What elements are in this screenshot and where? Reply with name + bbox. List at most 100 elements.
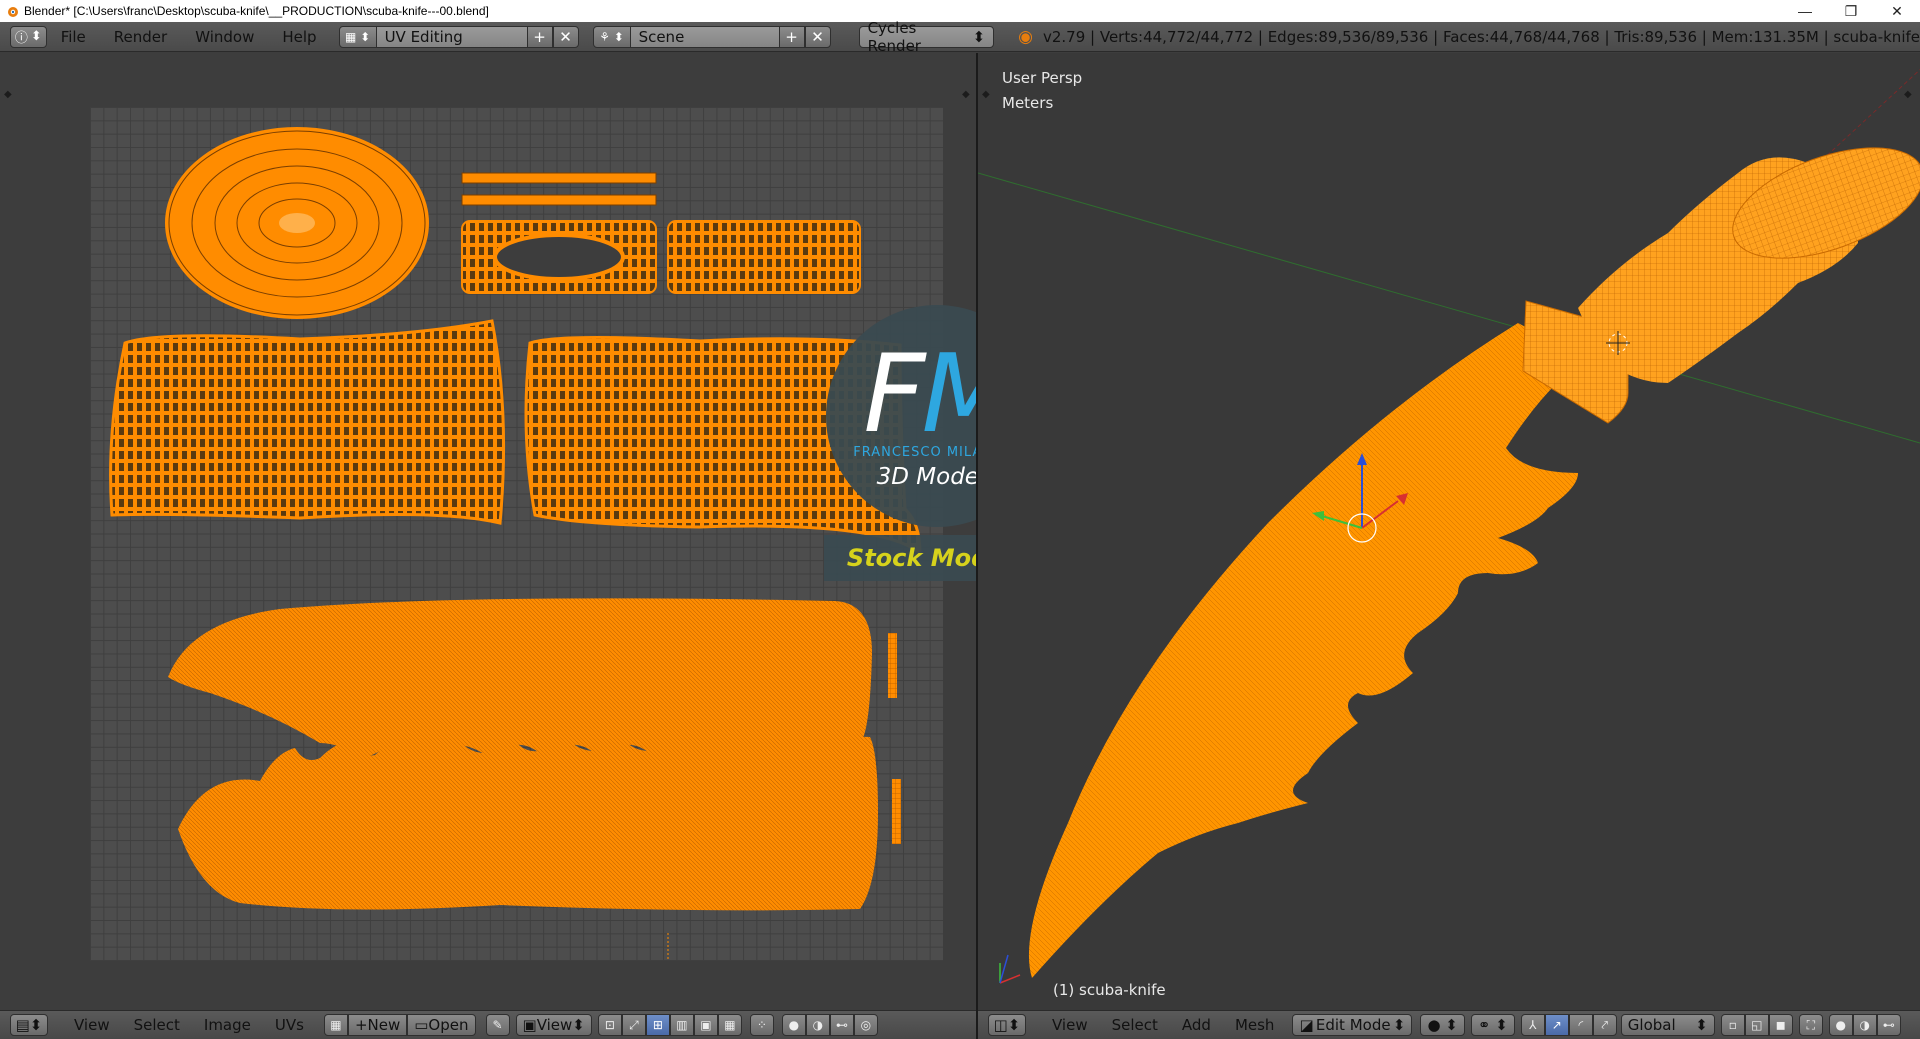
face-select-mode-icon[interactable]: ◼ bbox=[1768, 1014, 1793, 1036]
updown-arrows-icon: ⬍ bbox=[972, 27, 986, 46]
sync-selection-icon[interactable]: ⤢ bbox=[621, 1014, 646, 1036]
updown-arrows-icon: ⬍ bbox=[30, 29, 42, 44]
updown-arrows-icon: ⬍ bbox=[572, 1016, 585, 1034]
proportional-edit-icon[interactable]: ● bbox=[781, 1014, 806, 1036]
render-engine-label: Cycles Render bbox=[867, 18, 921, 55]
viewport-shading-dropdown[interactable]: ● ⬍ bbox=[1420, 1014, 1465, 1036]
uv-island-blade-bottom[interactable] bbox=[178, 735, 901, 959]
pin-icon[interactable]: ✎ bbox=[485, 1014, 510, 1036]
folder-icon: ▭ bbox=[414, 1016, 429, 1034]
render-engine-dropdown[interactable]: Cycles Render ⬍ bbox=[858, 19, 995, 55]
menu-render[interactable]: Render bbox=[100, 28, 181, 46]
screen-layout-selector: ▦ ⬍ UV Editing + ✕ bbox=[338, 25, 579, 48]
scale-manipulator-icon[interactable]: ⤤ bbox=[1592, 1014, 1617, 1036]
snap-element-icon[interactable]: ⊷ bbox=[1876, 1014, 1901, 1036]
remove-scene-button[interactable]: ✕ bbox=[804, 25, 831, 48]
view-mode-dropdown[interactable]: ▣ View ⬍ bbox=[515, 1014, 592, 1036]
v3d-menu-mesh[interactable]: Mesh bbox=[1223, 1016, 1287, 1034]
pivot-point-icon: ⚭ ⬍ bbox=[1477, 1016, 1508, 1034]
uv-island-handle-left[interactable] bbox=[109, 319, 506, 525]
plus-icon: + bbox=[354, 1016, 368, 1034]
watermark-letter-f: F bbox=[863, 331, 925, 457]
open-image-button[interactable]: ▭ Open bbox=[407, 1014, 476, 1036]
editor-type-button[interactable]: ▤⬍ bbox=[10, 1014, 48, 1036]
editor-type-button[interactable]: ◫⬍ bbox=[988, 1014, 1026, 1036]
image-browse-icon[interactable]: ▦ bbox=[323, 1014, 348, 1036]
v3d-menu-add[interactable]: Add bbox=[1170, 1016, 1223, 1034]
image-editor-icon: ▤⬍ bbox=[15, 1016, 43, 1034]
scene-icon[interactable]: ⚘ ⬍ bbox=[592, 25, 631, 48]
menu-window[interactable]: Window bbox=[181, 28, 268, 46]
manipulator-toggle-icon[interactable]: ⅄ bbox=[1520, 1014, 1545, 1036]
v3d-menu-view[interactable]: View bbox=[1040, 1016, 1100, 1034]
updown-arrows-icon: ⬍ bbox=[1695, 1016, 1708, 1034]
minimize-button[interactable]: — bbox=[1782, 0, 1828, 22]
info-header: ⓘ ⬍ File Render Window Help ▦ ⬍ UV Editin… bbox=[0, 19, 1920, 55]
active-object-label: (1) scuba-knife bbox=[1053, 981, 1166, 999]
interaction-mode-label: Edit Mode bbox=[1315, 1016, 1391, 1034]
view-mode-label: View bbox=[536, 1016, 573, 1034]
uv-island-guard-side[interactable] bbox=[667, 220, 861, 294]
proportional-edit-icon[interactable]: ● bbox=[1828, 1014, 1853, 1036]
snap-target-icon[interactable]: ⊷ bbox=[829, 1014, 854, 1036]
3d-view-icon: ◫⬍ bbox=[993, 1016, 1021, 1034]
screen-layout-field[interactable]: UV Editing bbox=[376, 25, 527, 48]
pivot-point-dropdown[interactable]: ⚭ ⬍ bbox=[1470, 1014, 1515, 1036]
rotate-manipulator-icon[interactable]: ◜ bbox=[1568, 1014, 1593, 1036]
3d-viewport[interactable]: ◆ ◆ User Persp Meters (1) scuba-knife bbox=[978, 53, 1920, 1010]
menu-file[interactable]: File bbox=[47, 28, 100, 46]
axis-orientation-icon bbox=[999, 954, 1021, 984]
scene-stats: v2.79 | Verts:44,772/44,772 | Edges:89,5… bbox=[1042, 27, 1920, 46]
close-button[interactable]: ✕ bbox=[1874, 0, 1920, 22]
transform-orientation-dropdown[interactable]: Global ⬍ bbox=[1620, 1014, 1715, 1036]
info-editor-type-button[interactable]: ⓘ ⬍ bbox=[10, 25, 47, 48]
uv-menu-select[interactable]: Select bbox=[122, 1016, 192, 1034]
knife-blade[interactable] bbox=[1028, 323, 1578, 978]
face-select-icon[interactable]: ▣ bbox=[693, 1014, 718, 1036]
uv-menu-uvs[interactable]: UVs bbox=[263, 1016, 316, 1034]
view-mode-icon: ▣ bbox=[522, 1016, 537, 1034]
transform-orientation-label: Global bbox=[1627, 1016, 1676, 1034]
add-scene-button[interactable]: + bbox=[778, 25, 805, 48]
3d-view-header: ◫⬍ View Select Add Mesh ◪ Edit Mode ⬍ ● … bbox=[978, 1010, 1920, 1039]
pivot-icon[interactable]: ⊡ bbox=[597, 1014, 622, 1036]
uv-menu-image[interactable]: Image bbox=[192, 1016, 263, 1034]
new-image-button[interactable]: + New bbox=[347, 1014, 408, 1036]
translate-manipulator-icon[interactable]: ↗ bbox=[1544, 1014, 1569, 1036]
screen-layout-icon[interactable]: ▦ ⬍ bbox=[338, 25, 377, 48]
sticky-selection-icon[interactable]: ⁘ bbox=[749, 1014, 774, 1036]
island-select-icon[interactable]: ▦ bbox=[717, 1014, 742, 1036]
snap-icon[interactable]: ◑ bbox=[805, 1014, 830, 1036]
menu-help[interactable]: Help bbox=[268, 28, 330, 46]
vertex-select-mode-icon[interactable]: ▫ bbox=[1720, 1014, 1745, 1036]
edge-select-icon[interactable]: ▥ bbox=[669, 1014, 694, 1036]
knife-mesh-view[interactable] bbox=[978, 53, 1920, 1010]
snap-icon[interactable]: ◑ bbox=[1852, 1014, 1877, 1036]
updown-arrows-icon: ⬍ bbox=[1392, 1016, 1406, 1034]
vertex-select-icon[interactable]: ⊞ bbox=[645, 1014, 670, 1036]
edit-mode-icon: ◪ bbox=[1299, 1016, 1314, 1034]
interaction-mode-dropdown[interactable]: ◪ Edit Mode ⬍ bbox=[1292, 1014, 1413, 1036]
scene-field[interactable]: Scene bbox=[630, 25, 779, 48]
window-title: Blender* [C:\Users\franc\Desktop\scuba-k… bbox=[24, 4, 489, 18]
shading-sphere-icon: ● ⬍ bbox=[1427, 1016, 1458, 1034]
render-icon[interactable]: ◎ bbox=[853, 1014, 878, 1036]
edge-select-mode-icon[interactable]: ◱ bbox=[1744, 1014, 1769, 1036]
occlude-geometry-icon[interactable]: ⛶ bbox=[1798, 1014, 1823, 1036]
open-image-label: Open bbox=[428, 1016, 469, 1034]
new-image-label: New bbox=[367, 1016, 401, 1034]
add-screen-button[interactable]: + bbox=[526, 25, 553, 48]
v3d-menu-select[interactable]: Select bbox=[1100, 1016, 1170, 1034]
blender-logo-icon: ◉ bbox=[1018, 26, 1033, 47]
uv-image-editor[interactable]: ◆ ◆ FM FRANCESCO MILANESE 3D Models Stoc… bbox=[0, 53, 1050, 1010]
uv-island-guard-plate[interactable] bbox=[461, 220, 657, 294]
remove-screen-button[interactable]: ✕ bbox=[552, 25, 579, 48]
uv-menu-view[interactable]: View bbox=[62, 1016, 122, 1034]
restore-button[interactable]: ❐ bbox=[1828, 0, 1874, 22]
uv-island-guard-strips[interactable] bbox=[461, 172, 657, 206]
blender-app-icon bbox=[8, 7, 18, 17]
uv-island-blade-top[interactable] bbox=[168, 598, 897, 758]
scene-selector: ⚘ ⬍ Scene + ✕ bbox=[592, 25, 831, 48]
uv-island-pommel-disc[interactable] bbox=[165, 127, 429, 319]
info-icon: ⓘ bbox=[14, 31, 28, 46]
